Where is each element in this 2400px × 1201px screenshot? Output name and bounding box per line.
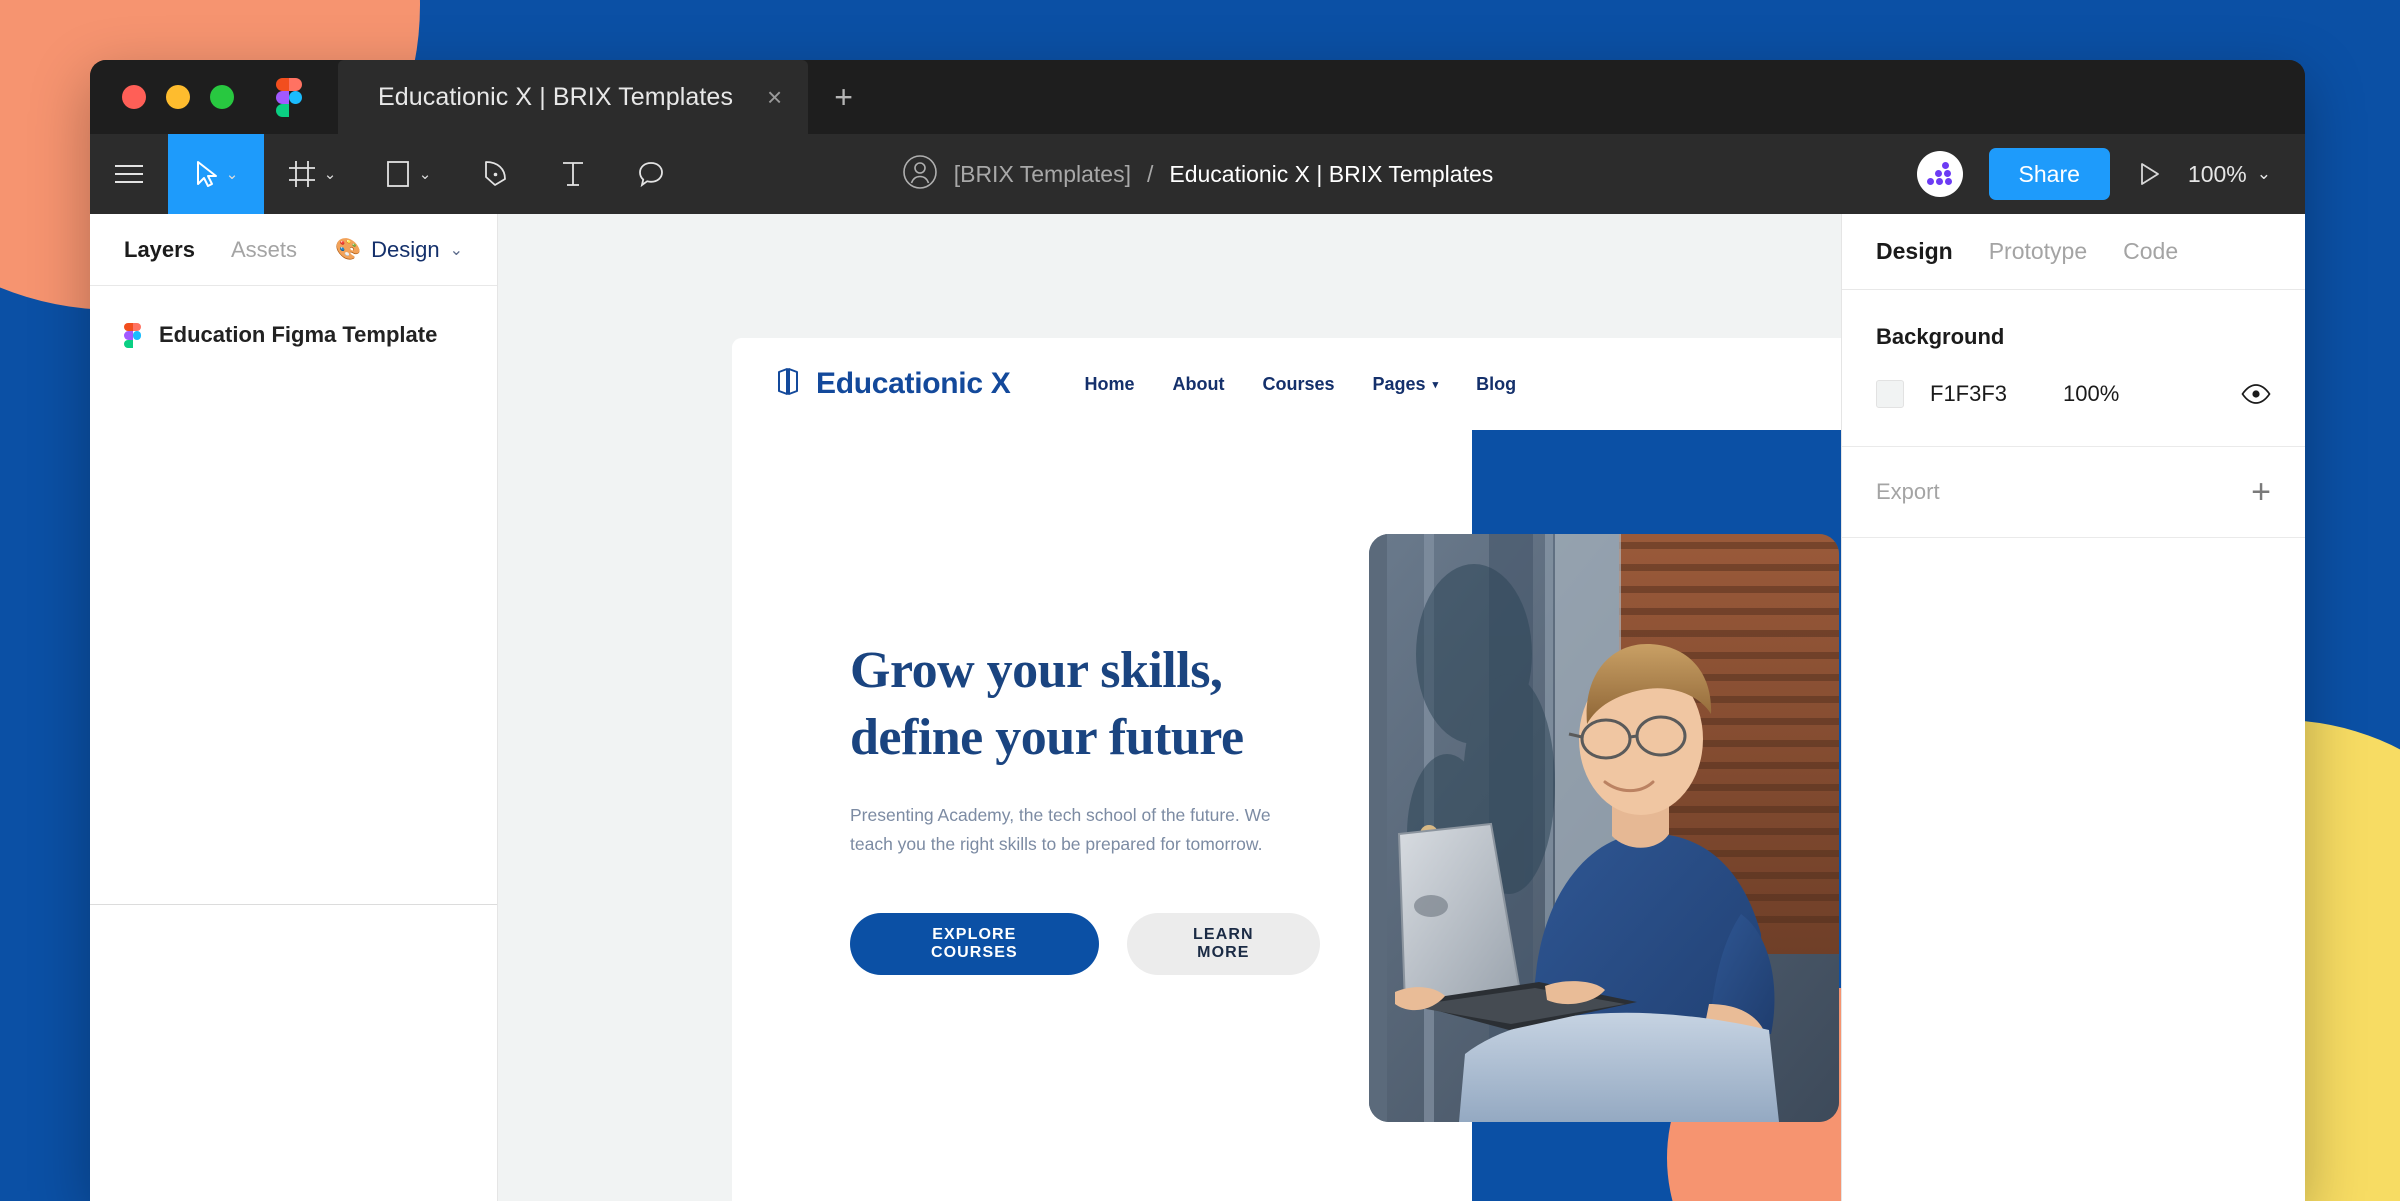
right-panel-tabs: Design Prototype Code <box>1842 214 2305 290</box>
cursor-icon <box>194 160 218 188</box>
play-icon[interactable] <box>2136 161 2162 187</box>
minimize-window-button[interactable] <box>166 85 190 109</box>
comment-tool-button[interactable] <box>612 134 690 214</box>
palette-icon: 🎨 <box>334 237 362 261</box>
hero-title-line-1: Grow your skills, <box>850 642 1223 699</box>
avatar[interactable] <box>1916 151 1963 197</box>
hero-title-line-2: define your future <box>850 708 1244 766</box>
left-panel-tabs: Layers Assets 🎨 Design ⌄ <box>90 214 497 286</box>
color-swatch[interactable] <box>1876 380 1904 408</box>
man-with-laptop-photo <box>1369 534 1839 1122</box>
traffic-light-controls <box>90 85 234 109</box>
learn-more-button[interactable]: LEARN MORE <box>1126 912 1320 975</box>
comment-icon <box>637 160 665 188</box>
nav-link-blog[interactable]: Blog <box>1476 374 1516 395</box>
zoom-level-label: 100% <box>2187 160 2247 187</box>
zoom-control[interactable]: 100% ⌄ <box>2188 161 2271 188</box>
text-tool-button[interactable] <box>534 134 612 214</box>
nav-link-home[interactable]: Home <box>1084 374 1134 395</box>
move-tool-button[interactable]: ⌄ <box>168 134 264 214</box>
nav-link-courses[interactable]: Courses <box>1262 374 1334 395</box>
hamburger-icon <box>113 163 145 185</box>
background-section-title: Background <box>1876 324 2005 349</box>
nav-label: Blog <box>1476 373 1517 394</box>
window-title-bar: Educationic X | BRIX Templates × + <box>90 60 2305 134</box>
figma-logo-icon <box>276 78 302 117</box>
left-panel: Layers Assets 🎨 Design ⌄ Education Figma… <box>90 214 498 1201</box>
nav-link-about[interactable]: About <box>1173 374 1225 395</box>
close-window-button[interactable] <box>122 85 146 109</box>
document-tab[interactable]: Educationic X | BRIX Templates × <box>338 60 809 134</box>
new-tab-icon[interactable]: + <box>808 60 879 134</box>
tab-code[interactable]: Code <box>2123 238 2178 265</box>
chevron-down-icon[interactable]: ⌄ <box>2257 164 2271 184</box>
right-panel: Design Prototype Code Background F1F3F3 … <box>1841 214 2305 1201</box>
explore-courses-button[interactable]: EXPLORE COURSES <box>850 912 1099 975</box>
plus-icon[interactable]: + <box>2251 475 2271 509</box>
background-hex-value[interactable]: F1F3F3 <box>1930 381 2007 407</box>
export-section: Export + <box>1842 447 2305 538</box>
design-system-switcher[interactable]: 🎨 Design ⌄ <box>335 237 463 263</box>
website-navbar: Educationic X Home About Courses Pages ▾… <box>732 338 1841 430</box>
background-section: Background F1F3F3 100% <box>1842 290 2305 447</box>
nav-label: Home <box>1084 373 1135 394</box>
layer-list: Education Figma Template <box>90 286 497 358</box>
left-panel-footer-area <box>90 905 497 1201</box>
main-toolbar: ⌄ ⌄ ⌄ [BRIX Templates] / Educationic X |… <box>90 134 2305 214</box>
tab-assets[interactable]: Assets <box>231 237 297 263</box>
frame-tool-button[interactable]: ⌄ <box>264 134 360 214</box>
website-menu: Home About Courses Pages ▾ Blog <box>1084 374 1516 395</box>
pen-icon <box>482 160 508 188</box>
nav-label: Pages <box>1372 373 1426 394</box>
rectangle-icon <box>385 159 411 189</box>
breadcrumb-file-name[interactable]: Educationic X | BRIX Templates <box>1169 161 1493 188</box>
breadcrumb-team[interactable]: [BRIX Templates] <box>954 161 1131 188</box>
background-opacity-value[interactable]: 100% <box>2063 381 2119 407</box>
document-tab-title: Educationic X | BRIX Templates <box>378 82 734 111</box>
tab-design[interactable]: Design <box>1876 238 1953 265</box>
background-color-row: F1F3F3 100% <box>1876 380 2271 408</box>
hero-button-group: EXPLORE COURSES LEARN MORE <box>850 912 1320 975</box>
frame-icon <box>288 160 316 188</box>
shape-tool-button[interactable]: ⌄ <box>360 134 456 214</box>
text-icon <box>561 160 585 188</box>
chevron-down-icon[interactable]: ⌄ <box>419 167 432 182</box>
nav-label: Courses <box>1262 373 1335 394</box>
hero-photo <box>1369 534 1839 1122</box>
chevron-down-icon[interactable]: ⌄ <box>226 167 239 182</box>
nav-label: About <box>1172 373 1225 394</box>
user-avatar-icon <box>902 154 938 195</box>
nav-link-pages[interactable]: Pages ▾ <box>1373 374 1439 395</box>
maximize-window-button[interactable] <box>210 85 234 109</box>
breadcrumb-separator: / <box>1146 160 1154 187</box>
browser-tab-strip: Educationic X | BRIX Templates × + <box>338 60 879 134</box>
toolbar-right-group: Share 100% ⌄ <box>1916 134 2305 214</box>
share-button[interactable]: Share <box>1988 148 2110 200</box>
book-icon <box>776 367 802 402</box>
website-logo-text: Educationic X <box>816 367 1011 400</box>
figma-file-icon <box>124 322 141 348</box>
tab-prototype[interactable]: Prototype <box>1989 238 2087 265</box>
tab-layers[interactable]: Layers <box>124 237 195 263</box>
work-area: Layers Assets 🎨 Design ⌄ Education Figma… <box>90 214 2305 1201</box>
main-menu-button[interactable] <box>90 134 168 214</box>
collaborator-dots-icon <box>1926 162 1953 186</box>
design-switcher-label: Design <box>371 236 440 262</box>
design-canvas[interactable]: Educationic X Home About Courses Pages ▾… <box>498 214 1841 1201</box>
chevron-down-icon[interactable]: ⌄ <box>324 167 337 182</box>
website-frame[interactable]: Educationic X Home About Courses Pages ▾… <box>732 338 1841 1201</box>
list-item[interactable]: Education Figma Template <box>90 312 497 358</box>
layer-name: Education Figma Template <box>159 322 438 347</box>
figma-app-window: Educationic X | BRIX Templates × + ⌄ ⌄ ⌄… <box>90 60 2305 1201</box>
eye-icon[interactable] <box>2241 384 2271 404</box>
website-logo[interactable]: Educationic X <box>776 367 1011 402</box>
hero-subtitle: Presenting Academy, the tech school of t… <box>850 805 1271 854</box>
page-title: Grow your skills, define your future <box>850 638 1320 771</box>
chevron-down-icon: ▾ <box>1432 378 1439 391</box>
hero-text-block: Grow your skills, define your future Pre… <box>850 638 1320 975</box>
export-section-title: Export <box>1876 479 1940 504</box>
close-icon[interactable]: × <box>767 84 782 110</box>
pen-tool-button[interactable] <box>456 134 534 214</box>
chevron-down-icon[interactable]: ⌄ <box>450 240 463 260</box>
